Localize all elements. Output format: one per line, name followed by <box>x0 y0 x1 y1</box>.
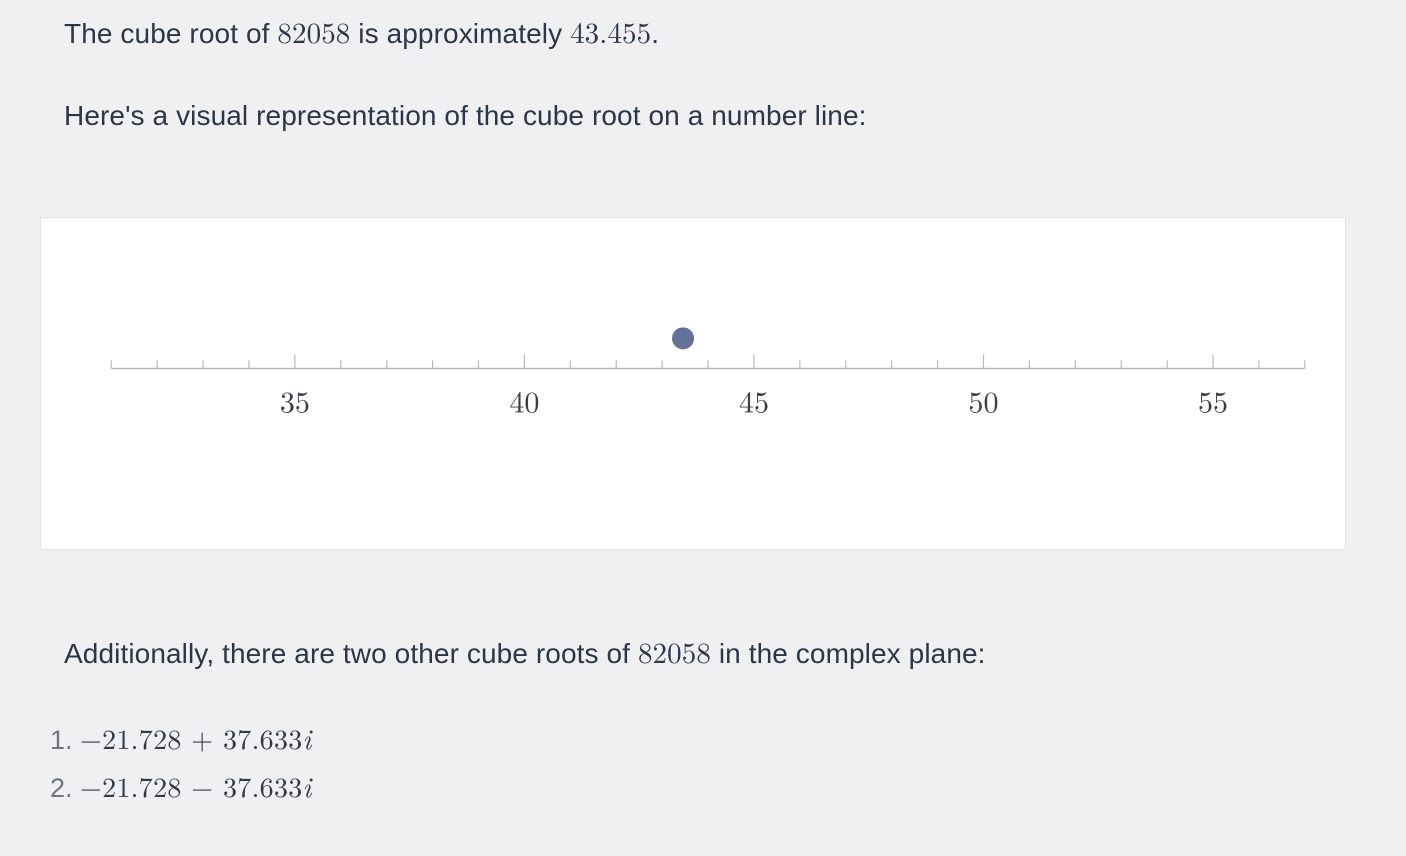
value-82058: 82058 <box>277 11 350 52</box>
list-item: −21.728 − 37.633i <box>80 763 1346 811</box>
imaginary-unit: i <box>303 766 312 806</box>
svg-text:40: 40 <box>509 379 539 422</box>
number-line-svg: 35 40 45 50 55 <box>41 218 1345 549</box>
complex-root-2: −21.728 − 37.633i <box>80 766 312 806</box>
complex-roots-paragraph: Additionally, there are two other cube r… <box>64 630 1346 675</box>
intro-paragraph: The cube root of 82058 is approximately … <box>64 10 1346 55</box>
complex-root-1: −21.728 + 37.633i <box>80 718 312 758</box>
number-line-chart: 35 40 45 50 55 <box>40 217 1346 550</box>
imaginary-unit: i <box>303 718 312 758</box>
list-item: −21.728 + 37.633i <box>80 715 1346 763</box>
text-span: Additionally, there are two other cube r… <box>64 638 638 669</box>
text-span: in the complex plane: <box>711 638 986 669</box>
value-43-455: 43.455 <box>570 11 651 52</box>
text-span: The cube root of <box>64 18 277 49</box>
document-page: The cube root of 82058 is approximately … <box>0 0 1406 840</box>
svg-text:55: 55 <box>1198 379 1228 422</box>
value-82058-b: 82058 <box>638 631 711 672</box>
root-value: −21.728 − 37.633 <box>80 766 303 806</box>
text-span: is approximately <box>350 18 570 49</box>
visual-intro-paragraph: Here's a visual representation of the cu… <box>64 95 1346 137</box>
svg-text:45: 45 <box>739 379 769 422</box>
svg-text:35: 35 <box>280 379 310 422</box>
complex-roots-list: −21.728 + 37.633i −21.728 − 37.633i <box>54 715 1346 810</box>
text-span: . <box>651 18 659 49</box>
svg-text:50: 50 <box>968 379 998 422</box>
root-value: −21.728 + 37.633 <box>80 718 303 758</box>
